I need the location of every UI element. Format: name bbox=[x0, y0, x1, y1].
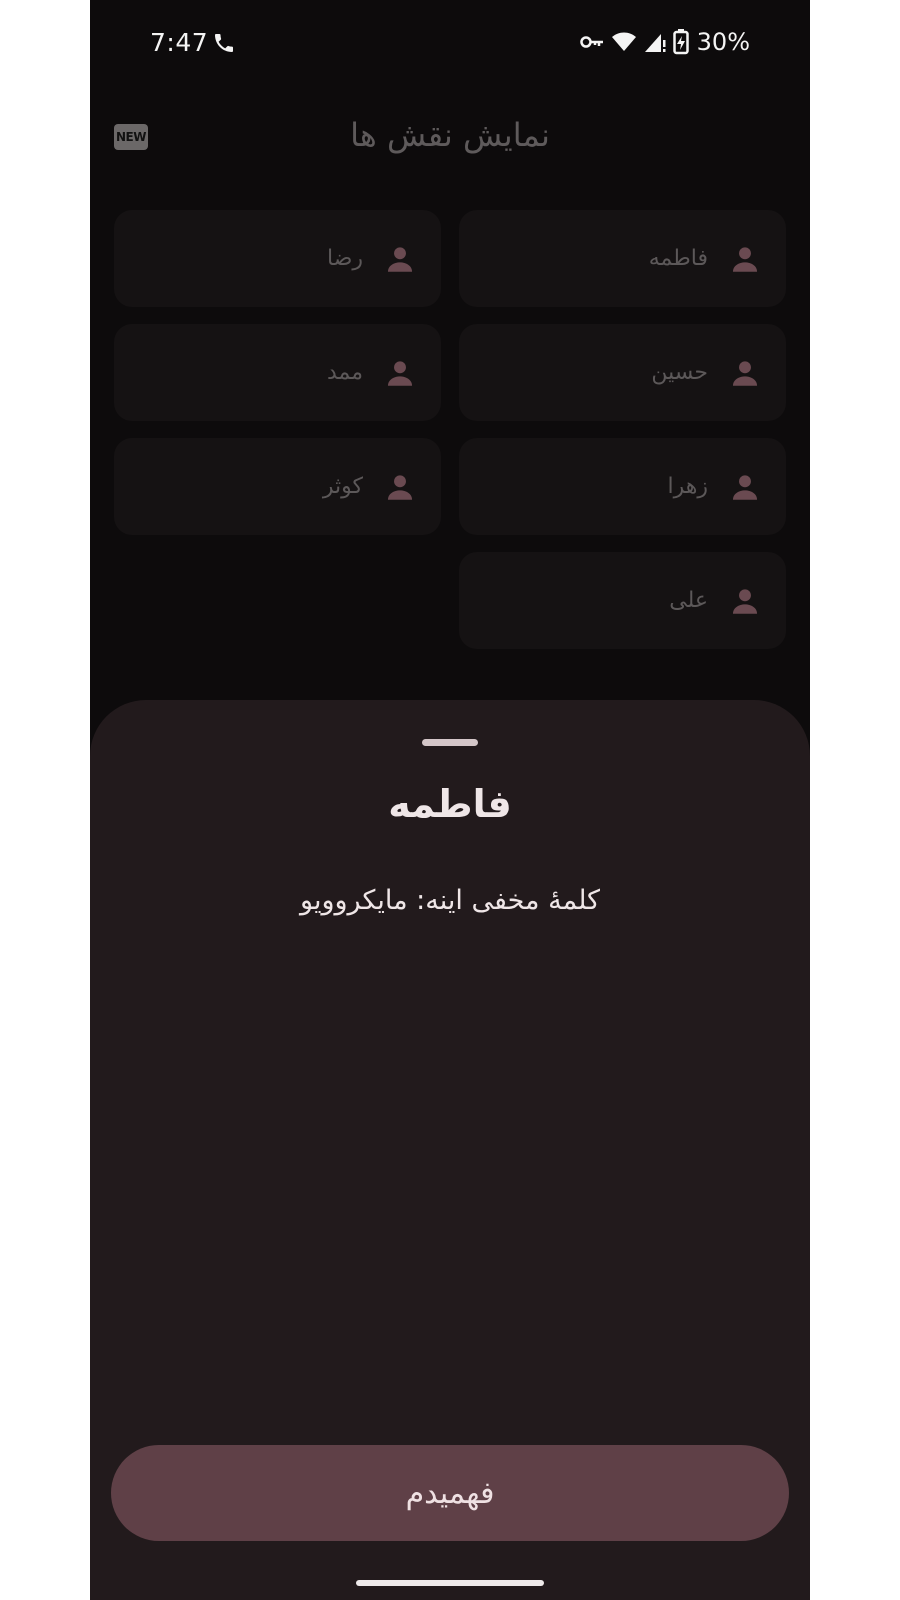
roles-screen: NEW نمایش نقش ها فاطمه رضا حسین ممد زهرا bbox=[90, 90, 810, 690]
person-icon bbox=[387, 474, 413, 500]
got-it-button[interactable]: فهمیدم bbox=[111, 1445, 789, 1541]
cell-signal-icon bbox=[644, 34, 666, 52]
role-bottom-sheet: فاطمه کلمۀ مخفی اینه: مایکروویو فهمیدم bbox=[90, 700, 810, 1600]
status-time: 7:47 bbox=[150, 28, 209, 57]
person-icon bbox=[732, 474, 758, 500]
person-icon bbox=[387, 246, 413, 272]
person-icon bbox=[732, 360, 758, 386]
player-card[interactable]: حسین bbox=[459, 324, 786, 421]
status-icons: 30% bbox=[579, 28, 750, 56]
player-card[interactable]: فاطمه bbox=[459, 210, 786, 307]
player-card[interactable]: کوثر bbox=[114, 438, 441, 535]
page-title: نمایش نقش ها bbox=[350, 116, 550, 154]
battery-level: 30% bbox=[696, 28, 750, 56]
player-name: رضا bbox=[326, 246, 363, 271]
player-card[interactable]: علی bbox=[459, 552, 786, 649]
status-bar: 7:47 30% bbox=[90, 0, 810, 90]
phone-screen: 7:47 30% NEW نمایش نقش ها فاطمه رضا حسین… bbox=[90, 0, 810, 1600]
player-name: فاطمه bbox=[648, 246, 708, 271]
home-indicator[interactable] bbox=[356, 1580, 544, 1586]
person-icon bbox=[732, 246, 758, 272]
person-icon bbox=[387, 360, 413, 386]
secret-word-text: کلمۀ مخفی اینه: مایکروویو bbox=[300, 885, 600, 916]
wifi-icon bbox=[611, 32, 636, 51]
player-name: علی bbox=[669, 588, 708, 613]
player-card[interactable]: زهرا bbox=[459, 438, 786, 535]
phone-icon bbox=[215, 34, 233, 52]
drag-handle[interactable] bbox=[422, 739, 478, 746]
player-name: کوثر bbox=[322, 474, 363, 499]
sheet-title: فاطمه bbox=[388, 782, 512, 826]
player-card[interactable]: رضا bbox=[114, 210, 441, 307]
player-name: حسین bbox=[651, 360, 708, 385]
player-name: ممد bbox=[326, 360, 363, 385]
player-name: زهرا bbox=[667, 474, 708, 499]
battery-charging-icon bbox=[672, 29, 689, 55]
vpn-key-icon bbox=[579, 36, 603, 48]
person-icon bbox=[732, 588, 758, 614]
player-card[interactable]: ممد bbox=[114, 324, 441, 421]
